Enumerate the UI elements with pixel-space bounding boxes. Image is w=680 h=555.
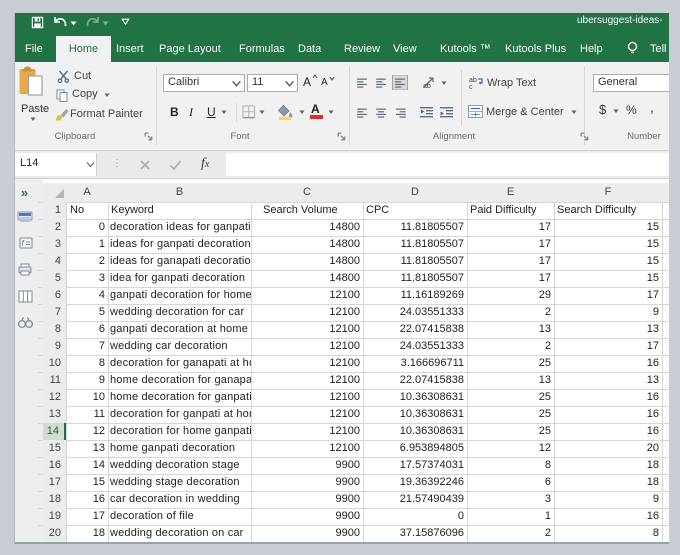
- svg-text:c: c: [469, 84, 473, 89]
- svg-text:ab: ab: [423, 83, 431, 89]
- svg-text:ab: ab: [469, 77, 477, 84]
